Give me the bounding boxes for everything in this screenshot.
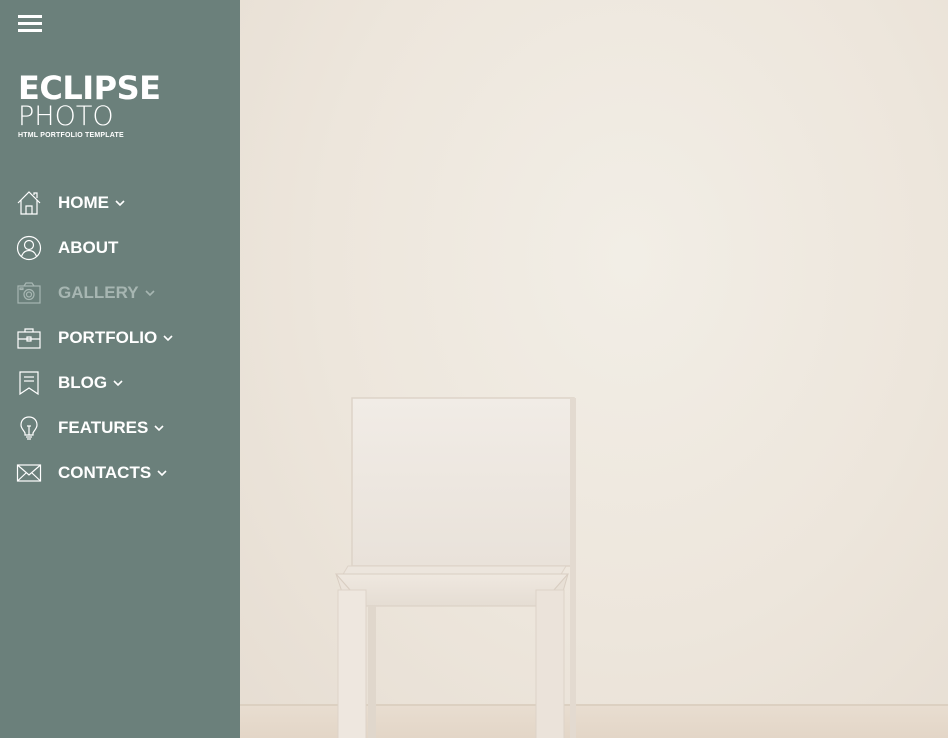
nav-label-blog: BLOG: [58, 372, 108, 392]
nav-item-blog[interactable]: BLOG: [0, 360, 240, 405]
nav-label-features: FEATURES: [58, 417, 149, 437]
logo-title: ECLIPSE: [18, 69, 161, 107]
nav-label-home: HOME: [58, 192, 109, 212]
logo[interactable]: ECLIPSE PHOTO HTML PORTFOLIO TEMPLATE: [18, 72, 218, 139]
chevron-down-icon: [145, 288, 155, 298]
nav-label-contacts: CONTACTS: [58, 462, 152, 482]
home-icon: [16, 190, 42, 216]
nav-item-about[interactable]: ABOUT: [0, 225, 240, 270]
chevron-down-icon: [163, 333, 173, 343]
logo-subtitle: PHOTO: [18, 101, 114, 132]
nav-item-home[interactable]: HOME: [0, 180, 240, 225]
nav-label-about: ABOUT: [58, 237, 119, 257]
page: ECLIPSE PHOTO HTML PORTFOLIO TEMPLATE HO…: [0, 0, 948, 738]
chevron-down-icon: [157, 468, 167, 478]
chair-illustration: [334, 397, 576, 738]
nav-item-contacts[interactable]: CONTACTS: [0, 450, 240, 495]
nav-item-features[interactable]: FEATURES: [0, 405, 240, 450]
sidebar: ECLIPSE PHOTO HTML PORTFOLIO TEMPLATE HO…: [0, 0, 240, 738]
chevron-down-icon: [115, 198, 125, 208]
camera-icon: [16, 280, 42, 306]
user-icon: [16, 235, 42, 261]
hamburger-menu-icon[interactable]: [18, 15, 42, 35]
nav-item-gallery[interactable]: GALLERY: [0, 270, 240, 315]
logo-tagline: HTML PORTFOLIO TEMPLATE: [18, 132, 124, 139]
nav-item-portfolio[interactable]: PORTFOLIO: [0, 315, 240, 360]
main-nav: HOME ABOUT GALLERY PORTFOLIO BLOG FEATUR…: [0, 180, 240, 495]
chevron-down-icon: [113, 378, 123, 388]
lightbulb-icon: [16, 415, 42, 441]
briefcase-icon: [16, 325, 42, 351]
chevron-down-icon: [154, 423, 164, 433]
bookmark-icon: [16, 370, 42, 396]
nav-label-portfolio: PORTFOLIO: [58, 327, 158, 347]
envelope-icon: [16, 460, 42, 486]
hero-image: [240, 0, 948, 738]
nav-label-gallery: GALLERY: [58, 282, 139, 302]
